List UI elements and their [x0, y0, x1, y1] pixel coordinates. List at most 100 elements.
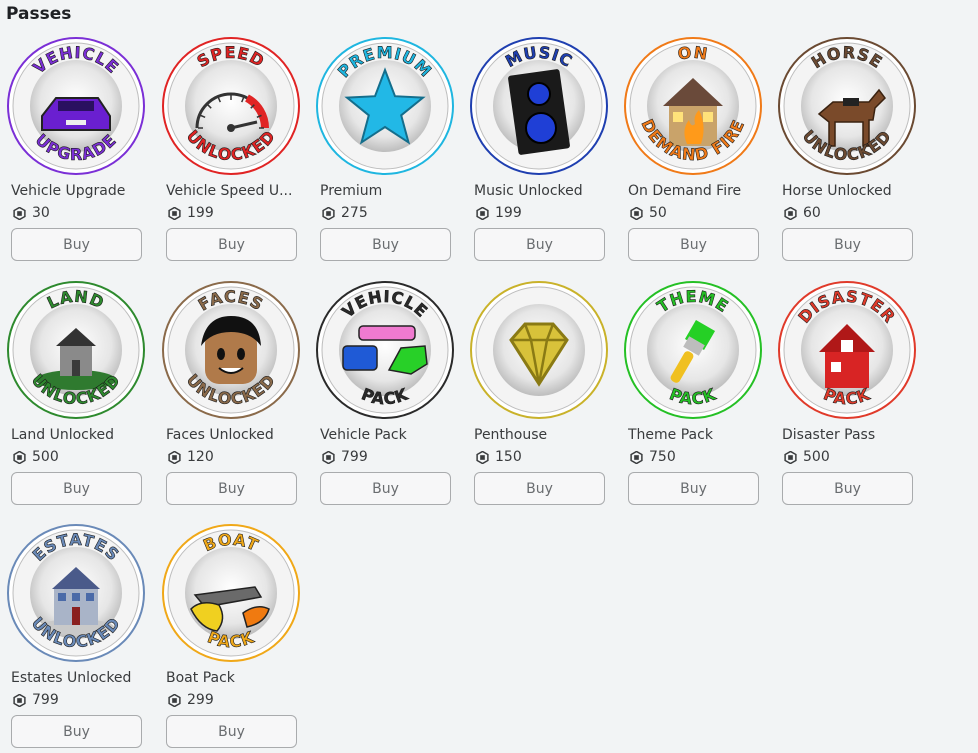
pass-card: BOAT PACK Boat Pack 299 Buy — [155, 523, 305, 753]
pass-price: 500 — [13, 448, 59, 466]
price-value: 500 — [803, 449, 830, 465]
pass-name[interactable]: Boat Pack — [166, 669, 294, 687]
pass-badge-image[interactable]: THEMEPACK — [623, 280, 763, 420]
pass-name[interactable]: Faces Unlocked — [166, 426, 294, 444]
pass-card: HORSE UNLOCKED Horse Unlocked 60 Buy — [771, 36, 921, 266]
pass-name[interactable]: Theme Pack — [628, 426, 756, 444]
pass-card: ESTATES UNLOCKED Estates Unlocked 799 Buy — [0, 523, 150, 753]
price-value: 275 — [341, 205, 368, 221]
pass-price: 275 — [322, 204, 368, 222]
pass-badge-image[interactable]: LANDUNLOCKED — [6, 280, 146, 420]
pass-name[interactable]: Vehicle Upgrade — [11, 182, 139, 200]
pass-card: VEHICLE UPGRADE Vehicle Upgrade 30 Buy — [0, 36, 150, 266]
pass-card: VEHICLE PACK Vehicle Pack 799 Buy — [309, 280, 459, 510]
pass-name[interactable]: Vehicle Pack — [320, 426, 448, 444]
buy-button[interactable]: Buy — [11, 472, 142, 505]
buy-button[interactable]: Buy — [166, 228, 297, 261]
robux-icon — [784, 450, 797, 464]
price-value: 199 — [187, 205, 214, 221]
price-value: 30 — [32, 205, 50, 221]
pass-price: 50 — [630, 204, 667, 222]
price-value: 60 — [803, 205, 821, 221]
buy-button[interactable]: Buy — [474, 228, 605, 261]
pass-badge-image[interactable]: ESTATESUNLOCKED — [6, 523, 146, 663]
robux-icon — [476, 206, 489, 220]
pass-price: 299 — [168, 691, 214, 709]
speaker-icon — [508, 69, 570, 155]
pass-card: DISASTER PACK Disaster Pass 500 Buy — [771, 280, 921, 510]
pass-badge-image[interactable]: SPEEDUNLOCKED — [161, 36, 301, 176]
pass-price: 799 — [322, 448, 368, 466]
price-value: 150 — [495, 449, 522, 465]
robux-icon — [630, 450, 643, 464]
pass-card: Penthouse 150 Buy — [463, 280, 613, 510]
purple-car-icon — [41, 97, 111, 131]
pass-badge-image[interactable]: VEHICLEPACK — [315, 280, 455, 420]
price-value: 120 — [187, 449, 214, 465]
pass-price: 750 — [630, 448, 676, 466]
pass-name[interactable]: Vehicle Speed U... — [166, 182, 294, 200]
price-value: 799 — [32, 692, 59, 708]
robux-icon — [13, 693, 26, 707]
buy-button[interactable]: Buy — [320, 228, 451, 261]
price-value: 299 — [187, 692, 214, 708]
robux-icon — [322, 450, 335, 464]
pass-badge-image[interactable] — [469, 280, 609, 420]
pass-badge-image[interactable]: PREMIUM — [315, 36, 455, 176]
price-value: 750 — [649, 449, 676, 465]
robux-icon — [168, 693, 181, 707]
pass-price: 199 — [168, 204, 214, 222]
pass-card: FACES UNLOCKED Faces Unlocked 120 Buy — [155, 280, 305, 510]
pass-card: MUSIC Music Unlocked 199 Buy — [463, 36, 613, 266]
price-value: 50 — [649, 205, 667, 221]
pass-name[interactable]: Land Unlocked — [11, 426, 139, 444]
robux-icon — [784, 206, 797, 220]
pass-price: 199 — [476, 204, 522, 222]
price-value: 199 — [495, 205, 522, 221]
passes-grid: VEHICLE UPGRADE Vehicle Upgrade 30 Buy SPEED U… — [0, 0, 978, 750]
pass-card: SPEED UNLOCKED Vehicle Speed U... 199 Buy — [155, 36, 305, 266]
pass-badge-image[interactable]: BOATPACK — [161, 523, 301, 663]
robux-icon — [630, 206, 643, 220]
pass-price: 60 — [784, 204, 821, 222]
buy-button[interactable]: Buy — [628, 472, 759, 505]
robux-icon — [168, 450, 181, 464]
pass-name[interactable]: Music Unlocked — [474, 182, 602, 200]
pass-name[interactable]: Penthouse — [474, 426, 602, 444]
price-value: 500 — [32, 449, 59, 465]
robux-icon — [13, 450, 26, 464]
pass-badge-image[interactable]: FACESUNLOCKED — [161, 280, 301, 420]
buy-button[interactable]: Buy — [474, 472, 605, 505]
buy-button[interactable]: Buy — [11, 715, 142, 748]
pass-price: 30 — [13, 204, 50, 222]
buy-button[interactable]: Buy — [782, 228, 913, 261]
pass-card: LAND UNLOCKED Land Unlocked 500 Buy — [0, 280, 150, 510]
pass-name[interactable]: On Demand Fire — [628, 182, 756, 200]
pass-badge-image[interactable]: HORSEUNLOCKED — [777, 36, 917, 176]
buy-button[interactable]: Buy — [166, 715, 297, 748]
pass-price: 500 — [784, 448, 830, 466]
buy-button[interactable]: Buy — [166, 472, 297, 505]
robux-icon — [168, 206, 181, 220]
buy-button[interactable]: Buy — [628, 228, 759, 261]
pass-name[interactable]: Premium — [320, 182, 448, 200]
price-value: 799 — [341, 449, 368, 465]
pass-badge-image[interactable]: ONDEMAND FIRE — [623, 36, 763, 176]
pass-badge-image[interactable]: MUSIC — [469, 36, 609, 176]
pass-name[interactable]: Horse Unlocked — [782, 182, 910, 200]
robux-icon — [322, 206, 335, 220]
avatar-face-icon — [201, 316, 261, 384]
pass-card: PREMIUM Premium 275 Buy — [309, 36, 459, 266]
pass-price: 120 — [168, 448, 214, 466]
robux-icon — [13, 206, 26, 220]
buy-button[interactable]: Buy — [782, 472, 913, 505]
pass-card: ON DEMAND FIRE On Demand Fire 50 Buy — [617, 36, 767, 266]
pass-badge-image[interactable]: VEHICLEUPGRADE — [6, 36, 146, 176]
pass-price: 799 — [13, 691, 59, 709]
pass-name[interactable]: Disaster Pass — [782, 426, 910, 444]
buy-button[interactable]: Buy — [320, 472, 451, 505]
pass-card: THEME PACK Theme Pack 750 Buy — [617, 280, 767, 510]
pass-name[interactable]: Estates Unlocked — [11, 669, 139, 687]
buy-button[interactable]: Buy — [11, 228, 142, 261]
pass-badge-image[interactable]: DISASTERPACK — [777, 280, 917, 420]
